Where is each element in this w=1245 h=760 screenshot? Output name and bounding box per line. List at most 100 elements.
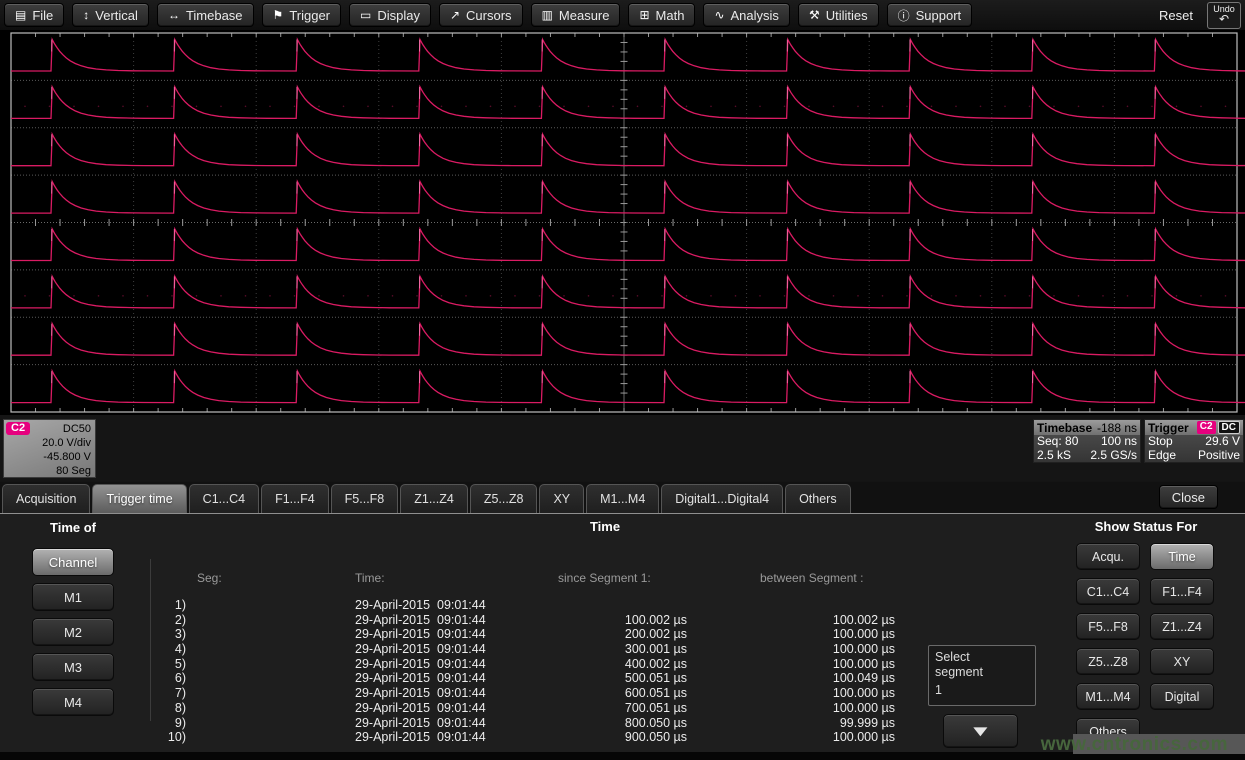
menu-display-button[interactable]: ▭ Display <box>349 3 431 27</box>
tab-c1-c4[interactable]: C1...C4 <box>189 484 259 513</box>
menu-label: Utilities <box>826 8 868 23</box>
cell-seg: 5) <box>140 657 186 672</box>
trigger-slope: Positive <box>1198 449 1240 463</box>
cell-seg: 7) <box>140 686 186 701</box>
tab-acquisition[interactable]: Acquisition <box>2 484 90 513</box>
cell-time: 29-April-2015 09:01:44 <box>355 657 486 672</box>
status-f5-f8-button[interactable]: F5...F8 <box>1076 613 1140 640</box>
measure-icon: ▥ <box>542 8 553 22</box>
menu-bar: ▤File ↕ Vertical ↔Timebase ⚑Trigger ▭ Display ↗… <box>0 0 1245 30</box>
cell-time: 29-April-2015 09:01:44 <box>355 642 486 657</box>
menu-cursors-button[interactable]: ↗Cursors <box>439 3 523 27</box>
menu-label: Support <box>916 8 962 23</box>
tab-digital1-digital4[interactable]: Digital1...Digital4 <box>661 484 783 513</box>
waveform-display[interactable] <box>0 30 1245 415</box>
menu-utilities-button[interactable]: ⚒Utilities <box>798 3 879 27</box>
display-icon: ▭ <box>360 8 371 22</box>
status-time-button[interactable]: Time <box>1150 543 1214 570</box>
channel-c2-descriptor[interactable]: C2 DC50 20.0 V/div -45.800 V 80 Seg <box>3 419 96 478</box>
timebase-rate: 2.5 GS/s <box>1090 449 1137 463</box>
cell-since: 500.051 µs <box>480 671 687 686</box>
time-table-title: Time <box>560 519 650 534</box>
menu-file-button[interactable]: ▤File <box>4 3 64 27</box>
select-segment-box[interactable]: Select segment 1 <box>928 645 1036 706</box>
select-segment-label1: Select <box>935 650 970 664</box>
trigger-descriptor[interactable]: Trigger C2 DC Stop 29.6 V Edge Positive <box>1144 419 1244 463</box>
cell-seg: 2) <box>140 613 186 628</box>
timebase-samples: 2.5 kS <box>1037 449 1071 463</box>
cell-time: 29-April-2015 09:01:44 <box>355 613 486 628</box>
trigger-title: Trigger <box>1148 421 1189 435</box>
cell-time: 29-April-2015 09:01:44 <box>355 701 486 716</box>
tab-m1-m4[interactable]: M1...M4 <box>586 484 659 513</box>
cell-since: 200.002 µs <box>480 627 687 642</box>
status-c1-c4-button[interactable]: C1...C4 <box>1076 578 1140 605</box>
table-row: 3)29-April-2015 09:01:44200.002 µs100.00… <box>0 627 928 642</box>
status-m1-m4-button[interactable]: M1...M4 <box>1076 683 1140 710</box>
tab-z5-z8[interactable]: Z5...Z8 <box>470 484 538 513</box>
menu-label: Math <box>656 8 685 23</box>
watermark: www.cntronics.com <box>1041 734 1228 756</box>
status-xy-button[interactable]: XY <box>1150 648 1214 675</box>
menu-measure-button[interactable]: ▥ Measure <box>531 3 621 27</box>
segment-time-table: 1)29-April-2015 09:01:442)29-April-2015 … <box>0 598 928 745</box>
menu-label: Timebase <box>186 8 243 23</box>
header-time: Time: <box>355 571 385 585</box>
cell-since: 400.002 µs <box>480 657 687 672</box>
tab-xy[interactable]: XY <box>539 484 584 513</box>
table-row: 6)29-April-2015 09:01:44500.051 µs100.04… <box>0 671 928 686</box>
cell-between: 100.000 µs <box>690 642 895 657</box>
undo-icon: ↶ <box>1219 13 1229 25</box>
cursors-icon: ↗ <box>450 8 460 22</box>
tab-z1-z4[interactable]: Z1...Z4 <box>400 484 468 513</box>
time-of-channel-button[interactable]: Channel <box>32 548 114 576</box>
cell-since: 800.050 µs <box>480 716 687 731</box>
select-segment-value: 1 <box>935 683 1029 698</box>
cell-since: 600.051 µs <box>480 686 687 701</box>
header-between-segment: between Segment : <box>760 571 863 585</box>
tab-f5-f8[interactable]: F5...F8 <box>331 484 399 513</box>
tab-trigger-time[interactable]: Trigger time <box>92 484 186 513</box>
vertical-icon: ↕ <box>83 8 89 22</box>
segment-down-button[interactable]: ▼ <box>943 714 1018 748</box>
close-button[interactable]: Close <box>1159 485 1218 509</box>
trigger-level: 29.6 V <box>1205 435 1240 449</box>
menu-label: Trigger <box>289 8 330 23</box>
cell-between: 100.000 µs <box>690 730 895 745</box>
status-z5-z8-button[interactable]: Z5...Z8 <box>1076 648 1140 675</box>
cell-seg: 9) <box>140 716 186 731</box>
timebase-descriptor[interactable]: Timebase -188 ns Seq: 80 100 ns 2.5 kS 2… <box>1033 419 1141 463</box>
table-row: 8)29-April-2015 09:01:44700.051 µs100.00… <box>0 701 928 716</box>
menu-vertical-button[interactable]: ↕ Vertical <box>72 3 149 27</box>
tab-others[interactable]: Others <box>785 484 851 513</box>
reset-button[interactable]: Reset <box>1159 8 1199 23</box>
timebase-delay: -188 ns <box>1097 421 1137 435</box>
menu-trigger-button[interactable]: ⚑Trigger <box>262 3 341 27</box>
channel-scale: 20.0 V/div <box>6 436 91 450</box>
trigger-source-badge: C2 <box>1197 421 1216 434</box>
menu-label: Display <box>377 8 420 23</box>
cell-between: 100.000 µs <box>690 657 895 672</box>
menu-label: Measure <box>559 8 610 23</box>
tab-f1-f4[interactable]: F1...F4 <box>261 484 329 513</box>
menu-math-button[interactable]: ⊞Math <box>628 3 695 27</box>
timebase-per-div: 100 ns <box>1101 435 1137 449</box>
menu-analysis-button[interactable]: ∿Analysis <box>703 3 789 27</box>
status-f1-f4-button[interactable]: F1...F4 <box>1150 578 1214 605</box>
menu-label: Vertical <box>95 8 138 23</box>
header-since-segment: since Segment 1: <box>558 571 651 585</box>
descriptor-row: C2 DC50 20.0 V/div -45.800 V 80 Seg Time… <box>0 415 1245 481</box>
menu-support-button[interactable]: ⓘSupport <box>887 3 973 27</box>
menu-timebase-button[interactable]: ↔Timebase <box>157 3 254 27</box>
time-of-title: Time of <box>32 520 114 535</box>
cell-time: 29-April-2015 09:01:44 <box>355 686 486 701</box>
status-acqu-button[interactable]: Acqu. <box>1076 543 1140 570</box>
undo-button[interactable]: Undo ↶ <box>1207 2 1241 29</box>
timebase-title: Timebase <box>1037 421 1092 435</box>
sequence-waveform-grid <box>0 30 1245 415</box>
channel-offset: -45.800 V <box>6 450 91 464</box>
status-z1-z4-button[interactable]: Z1...Z4 <box>1150 613 1214 640</box>
menu-label: File <box>32 8 53 23</box>
show-status-title: Show Status For <box>1076 519 1216 534</box>
status-digital-button[interactable]: Digital <box>1150 683 1214 710</box>
